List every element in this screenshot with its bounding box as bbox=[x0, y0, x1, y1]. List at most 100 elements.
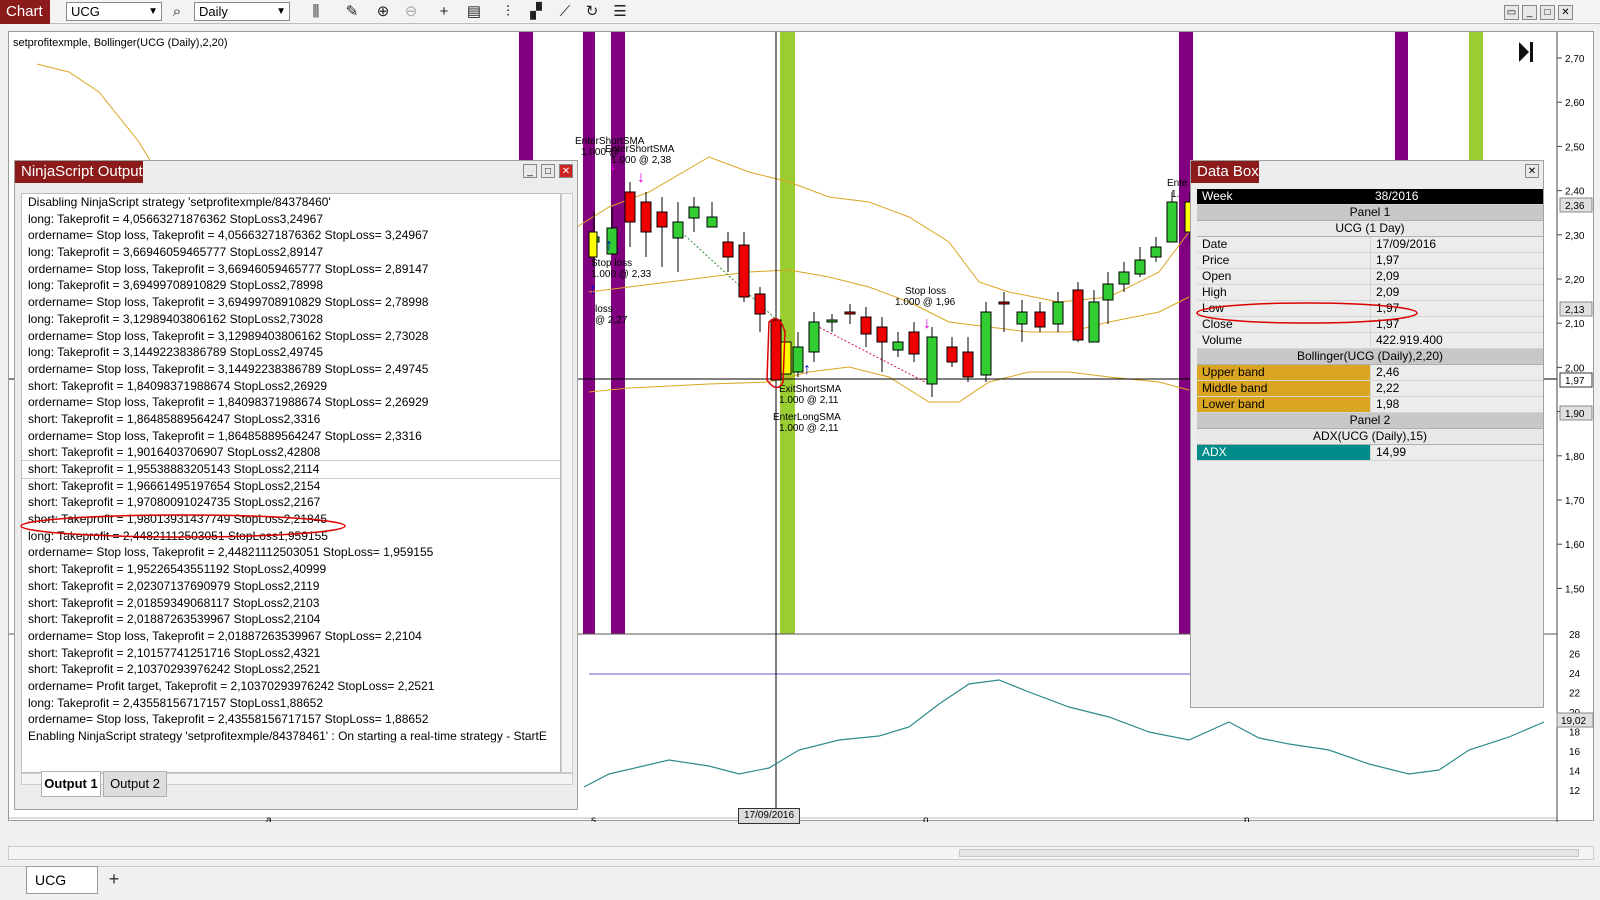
adx-header: ADX(UCG (Daily),15) bbox=[1197, 429, 1543, 445]
close-icon[interactable]: ✕ bbox=[559, 164, 573, 178]
window-option-icon[interactable]: ▭ bbox=[1504, 5, 1519, 20]
search-icon[interactable]: ⌕ bbox=[168, 3, 186, 21]
buy-arrow-marker: ↑ bbox=[605, 237, 613, 254]
candle-body bbox=[640, 201, 652, 233]
candle-body bbox=[998, 301, 1010, 305]
properties-list-icon[interactable]: ☰ bbox=[611, 3, 629, 21]
data-row: Price 1,97 bbox=[1197, 253, 1543, 269]
annotation-label: @ 2,27 bbox=[595, 315, 628, 326]
drawing-tools-icon[interactable]: ⟋ bbox=[556, 3, 574, 21]
adx-tick-label: 18 bbox=[1569, 728, 1581, 739]
data-row: High 2,09 bbox=[1197, 285, 1543, 301]
output-line: long: Takeprofit = 3,14492238386789 Stop… bbox=[28, 345, 324, 360]
output-line: ordername= Profit target, Takeprofit = 2… bbox=[28, 678, 435, 693]
row-label: Volume bbox=[1202, 333, 1243, 347]
output-line: short: Takeprofit = 1,97080091024735 Sto… bbox=[28, 495, 321, 510]
tab-output-2[interactable]: Output 2 bbox=[103, 771, 167, 797]
add-tab-button[interactable]: + bbox=[102, 868, 126, 892]
x-axis-label: n bbox=[1244, 815, 1250, 822]
window-header: NinjaScript Output bbox=[15, 161, 577, 183]
chart-toolbar: Chart UCG ▼ ⌕ Daily ▼ ⫼ ✎ ⊕ ⊖ + ▤ ⫶ ▞ ⟋ … bbox=[0, 0, 1600, 24]
candle-body bbox=[876, 326, 888, 343]
vertical-scrollbar[interactable] bbox=[561, 193, 573, 773]
output-line: ordername= Stop loss, Takeprofit = 3,129… bbox=[28, 328, 429, 343]
panel-2-header: Panel 2 bbox=[1197, 413, 1543, 429]
candle-body bbox=[588, 231, 598, 258]
output-line: Disabling NinjaScript strategy 'setprofi… bbox=[28, 195, 331, 209]
bar-style-icon[interactable]: ⫼ bbox=[307, 3, 325, 21]
chart-scrollbar[interactable] bbox=[8, 846, 1594, 860]
week-label: Week bbox=[1202, 189, 1233, 203]
data-row: Volume 422.919.400 bbox=[1197, 333, 1543, 349]
candle-body bbox=[770, 319, 782, 381]
output-line: short: Takeprofit = 2,01887263539967 Sto… bbox=[28, 612, 321, 627]
candle-body bbox=[1072, 289, 1084, 341]
candle-body bbox=[722, 241, 734, 258]
scrollbar-thumb[interactable] bbox=[959, 849, 1579, 857]
annotation-label: 1.000 @ 2,33 bbox=[591, 269, 652, 280]
band-value: 2,46 bbox=[1370, 365, 1543, 380]
candle-body bbox=[1034, 311, 1046, 328]
minimize-icon[interactable]: _ bbox=[523, 164, 537, 178]
sell-arrow-marker: ↓ bbox=[637, 169, 645, 186]
price-tick-label: 1,50 bbox=[1565, 584, 1585, 595]
close-icon[interactable]: ✕ bbox=[1558, 5, 1573, 20]
price-tick-label: 1,80 bbox=[1565, 452, 1585, 463]
adx-row: ADX 14,99 bbox=[1197, 445, 1543, 461]
output-line: ordername= Stop loss, Takeprofit = 1,864… bbox=[28, 428, 422, 443]
data-box-window[interactable]: Data Box ✕ Week 38/2016 Panel 1 UCG (1 D… bbox=[1190, 160, 1544, 708]
price-tick-label: 2,40 bbox=[1565, 187, 1585, 198]
maximize-icon[interactable]: □ bbox=[1540, 5, 1555, 20]
annotation-label: Ente bbox=[1167, 178, 1188, 189]
candle-body bbox=[1088, 301, 1100, 343]
tab-output-1[interactable]: Output 1 bbox=[41, 771, 101, 797]
crosshair-icon[interactable]: + bbox=[435, 3, 453, 21]
candle-body bbox=[826, 319, 838, 323]
draw-pencil-icon[interactable]: ✎ bbox=[343, 3, 361, 21]
candle-body bbox=[738, 244, 750, 298]
crosshair-date-label: 17/09/2016 bbox=[738, 808, 800, 824]
row-value: 2,09 bbox=[1370, 269, 1543, 284]
zoom-out-icon[interactable]: ⊖ bbox=[402, 3, 420, 21]
maximize-icon[interactable]: □ bbox=[541, 164, 555, 178]
price-flag-text: 1,97 bbox=[1565, 376, 1585, 387]
output-line: short: Takeprofit = 1,84098371988674 Sto… bbox=[28, 378, 328, 393]
candle-body bbox=[780, 341, 792, 375]
output-line: short: Takeprofit = 2,10370293976242 Sto… bbox=[28, 662, 321, 677]
annotation-label: 1.000 @ 2,11 bbox=[779, 423, 839, 434]
output-line: ordername= Stop loss, Takeprofit = 1,840… bbox=[28, 395, 429, 410]
price-axis: 2,702,602,502,402,302,202,102,001,901,80… bbox=[1557, 54, 1585, 595]
price-tick-label: 2,10 bbox=[1565, 319, 1585, 330]
chart-tab-ucg[interactable]: UCG bbox=[26, 866, 98, 894]
strategies-icon[interactable]: ▞ bbox=[527, 3, 545, 21]
candle-body bbox=[792, 346, 804, 373]
candle-body bbox=[1016, 311, 1028, 325]
price-tick-label: 1,60 bbox=[1565, 540, 1585, 551]
candle-body bbox=[808, 321, 820, 353]
output-line: short: Takeprofit = 1,96661495197654 Sto… bbox=[28, 478, 321, 493]
output-text-area[interactable]: Disabling NinjaScript strategy 'setprofi… bbox=[21, 193, 561, 773]
data-row: Date 17/09/2016 bbox=[1197, 237, 1543, 253]
annotation-label: 1. bbox=[1171, 189, 1179, 200]
zoom-in-icon[interactable]: ⊕ bbox=[374, 3, 392, 21]
candle-body bbox=[946, 346, 958, 363]
instrument-selector[interactable]: UCG ▼ bbox=[66, 2, 162, 21]
output-line: long: Takeprofit = 3,66946059465777 Stop… bbox=[28, 245, 324, 260]
adx-tick-label: 14 bbox=[1569, 767, 1581, 778]
adx-tick-label: 12 bbox=[1569, 786, 1581, 797]
interval-selector[interactable]: Daily ▼ bbox=[194, 2, 290, 21]
adx-tick-label: 28 bbox=[1569, 630, 1581, 641]
band-row: Upper band 2,46 bbox=[1197, 365, 1543, 381]
scroll-to-end-icon bbox=[1519, 42, 1533, 62]
refresh-icon[interactable]: ↻ bbox=[583, 3, 601, 21]
price-flag-text: 2,36 bbox=[1565, 201, 1585, 212]
window-title: Data Box bbox=[1191, 161, 1259, 183]
data-box-icon[interactable]: ▤ bbox=[465, 3, 483, 21]
output-line: ordername= Stop loss, Takeprofit = 2,448… bbox=[28, 545, 434, 560]
indicators-icon[interactable]: ⫶ bbox=[499, 3, 517, 21]
ninjascript-output-window[interactable]: NinjaScript Output _ □ ✕ Disabling Ninja… bbox=[14, 160, 578, 810]
annotation-label: 1.000 @ 1,96 bbox=[895, 297, 956, 308]
price-tick-label: 2,20 bbox=[1565, 275, 1585, 286]
close-icon[interactable]: ✕ bbox=[1525, 164, 1539, 178]
minimize-icon[interactable]: _ bbox=[1522, 5, 1537, 20]
